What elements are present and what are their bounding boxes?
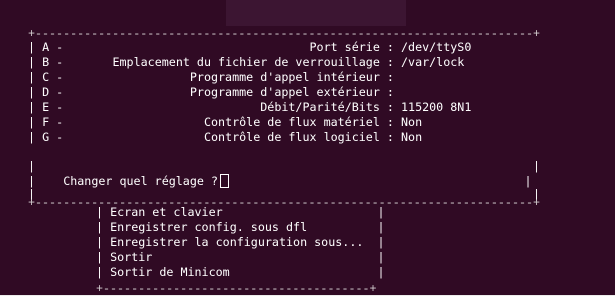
setting-row-b[interactable]: | B - Emplacement du fichier de verrouil…: [28, 55, 464, 69]
main-menu-item-label: Enregistrer config. sous dfl: [110, 220, 308, 234]
setting-label: Contrôle de flux matériel: [203, 115, 380, 129]
main-menu-item[interactable]: | Sortir |: [96, 250, 385, 264]
panel-side-borders: | |: [28, 160, 540, 174]
main-menu-item[interactable]: | Enregistrer la configuration sous... |: [96, 235, 385, 249]
setting-value: /dev/ttyS0: [401, 40, 472, 54]
setting-label: Port série: [309, 40, 380, 54]
main-menu-item-label: Sortir: [110, 250, 153, 264]
main-menu-item[interactable]: | Ecran et clavier |: [96, 205, 385, 219]
setting-label: Programme d'appel intérieur: [189, 70, 380, 84]
setting-row-a[interactable]: | A - Port série : /dev/ttyS0: [28, 40, 471, 54]
prompt-input[interactable]: [220, 174, 229, 188]
setting-row-c[interactable]: | C - Programme d'appel intérieur :: [28, 70, 401, 84]
setting-label: Contrôle de flux logiciel: [203, 130, 380, 144]
prompt-label: Changer quel réglage ?: [63, 174, 218, 188]
main-menu-bottom-border: +--------------------------------------+: [96, 282, 377, 296]
setting-value: 115200 8N1: [401, 100, 472, 114]
setting-label: Débit/Parité/Bits: [260, 100, 380, 114]
setting-value: Non: [401, 130, 423, 144]
setting-label: Emplacement du fichier de verrouillage: [112, 55, 380, 69]
main-menu-item-label: Enregistrer la configuration sous...: [110, 235, 364, 249]
setting-row-g[interactable]: | G - Contrôle de flux logiciel : Non: [28, 130, 422, 144]
prompt-line: | Changer quel réglage ? |: [28, 174, 532, 188]
main-menu-item-label: Ecran et clavier: [110, 205, 223, 219]
setting-label: Programme d'appel extérieur: [189, 85, 380, 99]
setting-row-d[interactable]: | D - Programme d'appel extérieur :: [28, 85, 401, 99]
main-menu-item-label: Sortir de Minicom: [110, 265, 230, 279]
setting-row-f[interactable]: | F - Contrôle de flux matériel : Non: [28, 115, 422, 129]
setting-value: /var/lock: [401, 55, 465, 69]
main-menu-item[interactable]: | Sortir de Minicom |: [96, 265, 385, 279]
main-menu-item[interactable]: | Enregistrer config. sous dfl |: [96, 220, 385, 234]
terminal-window: +---------------------------------------…: [0, 0, 615, 296]
setting-row-e[interactable]: | E - Débit/Parité/Bits : 115200 8N1: [28, 100, 471, 114]
setting-value: Non: [401, 115, 423, 129]
background-window-shadow: [226, 0, 406, 26]
panel-top-border: +---------------------------------------…: [28, 27, 540, 41]
